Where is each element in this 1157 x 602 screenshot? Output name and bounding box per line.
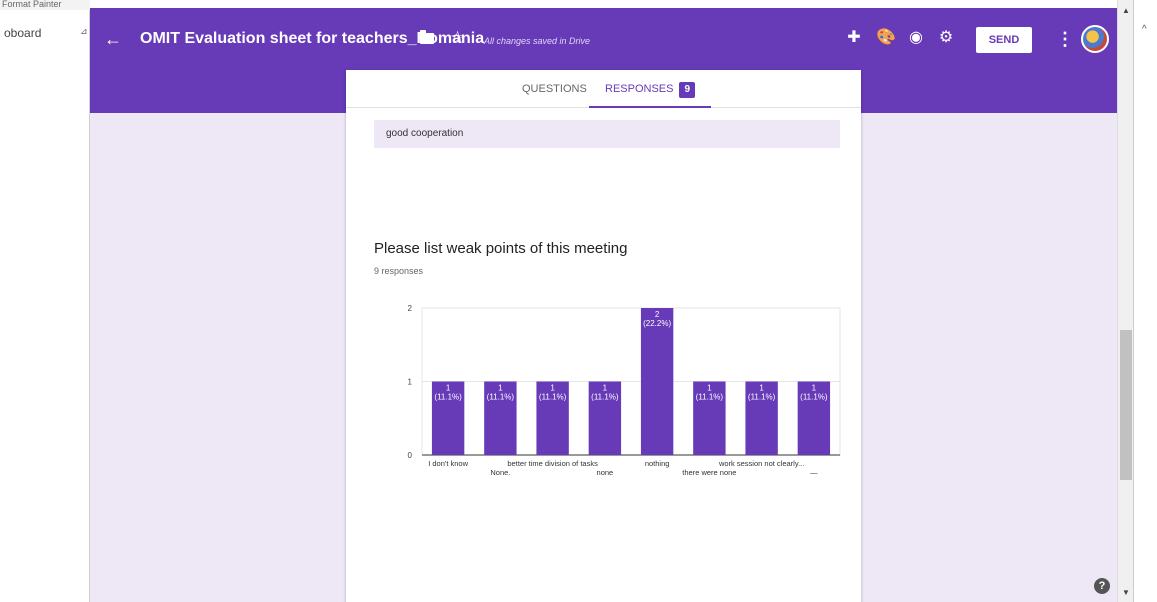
caret-up-icon[interactable]: ^ (1142, 24, 1147, 35)
bar-data-label: (11.1%) (434, 393, 462, 402)
bar-data-label: 1 (707, 384, 712, 393)
responses-count-badge: 9 (679, 82, 696, 98)
x-tick-label: None. (490, 468, 510, 477)
back-arrow-icon[interactable]: ← (102, 28, 124, 50)
bar-data-label: 2 (655, 310, 660, 319)
bar (640, 308, 674, 455)
bar-data-label: 1 (550, 384, 555, 393)
save-status: All changes saved in Drive (484, 36, 591, 46)
previous-answer-row: good cooperation (374, 120, 840, 148)
bar-data-label: (22.2%) (643, 319, 671, 328)
x-tick-label: I don't know (428, 459, 468, 468)
tab-responses-label: RESPONSES (605, 83, 674, 95)
settings-gear-icon[interactable]: ⚙ (936, 28, 956, 48)
addons-puzzle-icon[interactable]: ✚ (844, 28, 864, 48)
bar-data-label: (11.1%) (748, 393, 776, 402)
question-title: Please list weak points of this meeting (374, 240, 628, 257)
x-tick-label: — (810, 468, 818, 477)
x-tick-label: there were none (682, 468, 736, 477)
bar-data-label: 1 (498, 384, 503, 393)
x-tick-label: nothing (645, 459, 670, 468)
y-tick-label: 2 (408, 304, 413, 313)
palette-icon[interactable]: 🎨 (876, 28, 896, 48)
scroll-up-arrow-icon[interactable]: ▲ (1118, 6, 1134, 18)
folder-icon[interactable] (420, 30, 434, 44)
responses-card: QUESTIONS RESPONSES 9 good cooperation Pl… (346, 70, 861, 602)
tab-questions[interactable]: QUESTIONS (522, 70, 587, 108)
response-count: 9 responses (374, 266, 424, 276)
x-tick-label: work session not clearly... (718, 459, 804, 468)
bar-data-label: 1 (812, 384, 817, 393)
toolbar: ← OMIT Evaluation sheet for teachers_Rom… (90, 8, 1117, 70)
bar-data-label: (11.1%) (591, 393, 619, 402)
send-button[interactable]: SEND (976, 27, 1032, 53)
bar-data-label: 1 (759, 384, 764, 393)
tab-responses[interactable]: RESPONSES 9 (589, 70, 712, 108)
help-icon[interactable]: ? (1094, 578, 1110, 594)
bar-data-label: 1 (603, 384, 608, 393)
bar-data-label: (11.1%) (487, 393, 515, 402)
x-tick-label: better time division of tasks (507, 459, 598, 468)
tab-bar: QUESTIONS RESPONSES 9 (346, 70, 861, 108)
avatar[interactable] (1081, 25, 1109, 53)
format-painter-fragment[interactable]: Format Painter (0, 0, 90, 10)
preview-eye-icon[interactable]: ◉ (906, 28, 926, 48)
more-vert-icon[interactable]: ⋮ (1056, 28, 1074, 50)
star-icon[interactable]: ☆ (450, 28, 465, 48)
y-tick-label: 0 (408, 451, 413, 460)
bar-data-label: (11.1%) (800, 393, 828, 402)
right-edge-panel: ^ (1133, 0, 1157, 602)
bar-data-label: (11.1%) (696, 393, 724, 402)
bar-data-label: (11.1%) (539, 393, 567, 402)
scroll-down-arrow-icon[interactable]: ▼ (1118, 588, 1134, 600)
vertical-scrollbar[interactable]: ▲ ▼ (1117, 0, 1133, 602)
scroll-thumb[interactable] (1120, 330, 1132, 480)
dialog-launcher-icon[interactable]: ⊿ (80, 26, 88, 37)
host-app-strip: Format Painter oboard ⊿ (0, 0, 90, 602)
responses-bar-chart: 0121(11.1%)I don't know1(11.1%)None.1(11… (408, 304, 841, 477)
x-tick-label: none (597, 468, 614, 477)
forms-viewport: ← OMIT Evaluation sheet for teachers_Rom… (90, 8, 1117, 602)
bar-data-label: 1 (446, 384, 451, 393)
y-tick-label: 1 (408, 378, 413, 387)
clipboard-label: oboard (4, 26, 42, 40)
